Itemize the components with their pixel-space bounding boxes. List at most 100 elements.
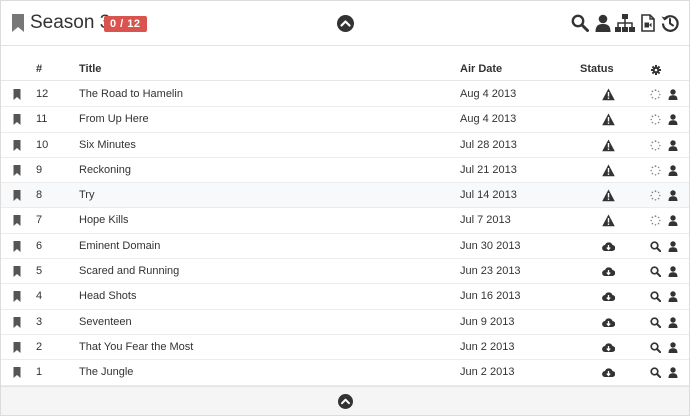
- episode-air-date: Jul 14 2013: [460, 189, 517, 202]
- bookmark-icon[interactable]: [11, 14, 25, 32]
- table-row[interactable]: 8 Try Jul 14 2013: [1, 183, 689, 209]
- user-icon[interactable]: [668, 367, 678, 379]
- bookmark-icon[interactable]: [13, 114, 21, 126]
- column-air-date[interactable]: Air Date: [460, 63, 502, 75]
- table-row[interactable]: 4 Head Shots Jun 16 2013: [1, 284, 689, 310]
- episode-count-badge: 0 / 12: [104, 16, 147, 32]
- gear-icon[interactable]: [651, 65, 661, 75]
- bookmark-icon[interactable]: [13, 215, 21, 227]
- search-icon[interactable]: [650, 367, 661, 379]
- table-row[interactable]: 7 Hope Kills Jul 7 2013: [1, 208, 689, 234]
- episode-number: 9: [36, 163, 43, 176]
- episode-title[interactable]: Try: [79, 189, 94, 202]
- table-row[interactable]: 10 Six Minutes Jul 28 2013: [1, 132, 689, 158]
- season-header: Season 3 0 / 12: [1, 1, 689, 46]
- episode-title[interactable]: Seventeen: [79, 316, 132, 329]
- user-icon[interactable]: [668, 291, 678, 303]
- table-row[interactable]: 5 Scared and Running Jun 23 2013: [1, 259, 689, 285]
- table-row[interactable]: 9 Reckoning Jul 21 2013: [1, 157, 689, 184]
- warning-icon: [602, 139, 615, 151]
- bookmark-icon[interactable]: [13, 240, 21, 252]
- collapse-up-icon[interactable]: [337, 15, 354, 32]
- episode-title[interactable]: The Jungle: [79, 366, 133, 379]
- season-title: Season 3: [30, 12, 111, 33]
- warning-icon: [602, 88, 615, 101]
- spinner-icon[interactable]: [650, 139, 661, 151]
- episode-air-date: Aug 4 2013: [460, 113, 517, 126]
- user-icon[interactable]: [668, 139, 678, 151]
- bookmark-icon[interactable]: [13, 291, 21, 303]
- episode-air-date: Jun 23 2013: [460, 265, 521, 278]
- user-icon[interactable]: [594, 14, 612, 32]
- episode-number: 12: [36, 88, 49, 100]
- bookmark-icon[interactable]: [13, 266, 21, 278]
- episode-air-date: Jun 2 2013: [460, 366, 515, 379]
- cloud-download-icon: [602, 318, 615, 327]
- spinner-icon[interactable]: [650, 89, 661, 100]
- season-panel: Season 3 0 / 12 # Title Air Date Status …: [0, 0, 690, 416]
- bookmark-icon[interactable]: [13, 164, 21, 176]
- column-status[interactable]: Status: [580, 63, 614, 75]
- table-row[interactable]: 11 From Up Here Aug 4 2013: [1, 107, 689, 133]
- table-row[interactable]: 3 Seventeen Jun 9 2013: [1, 309, 689, 335]
- episode-air-date: Jul 21 2013: [460, 163, 517, 176]
- warning-icon: [602, 113, 615, 126]
- user-icon[interactable]: [668, 316, 678, 328]
- episode-title[interactable]: Reckoning: [79, 164, 131, 177]
- bookmark-icon[interactable]: [13, 190, 21, 202]
- table-row[interactable]: 1 The Jungle Jun 2 2013: [1, 360, 689, 386]
- episode-number: 3: [36, 315, 43, 328]
- episode-number: 8: [36, 189, 43, 202]
- user-icon[interactable]: [668, 215, 678, 227]
- table-row[interactable]: 6 Eminent Domain Jun 30 2013: [1, 233, 689, 260]
- user-icon[interactable]: [668, 114, 678, 126]
- search-icon[interactable]: [650, 266, 661, 278]
- episode-title[interactable]: Scared and Running: [79, 265, 179, 278]
- user-icon[interactable]: [668, 190, 678, 202]
- collapse-up-icon[interactable]: [338, 394, 353, 409]
- bookmark-icon[interactable]: [13, 316, 21, 328]
- episode-title[interactable]: The Road to Hamelin: [79, 88, 183, 101]
- episode-number: 10: [36, 138, 49, 151]
- sitemap-icon[interactable]: [615, 14, 635, 32]
- table-row[interactable]: 2 That You Fear the Most Jun 2 2013: [1, 334, 689, 361]
- search-icon[interactable]: [650, 291, 661, 303]
- episode-title[interactable]: Six Minutes: [79, 139, 136, 152]
- history-icon[interactable]: [661, 14, 679, 32]
- user-icon[interactable]: [668, 165, 678, 176]
- user-icon[interactable]: [668, 266, 678, 278]
- search-icon[interactable]: [650, 342, 661, 353]
- column-number[interactable]: #: [36, 63, 42, 75]
- bookmark-icon[interactable]: [13, 139, 21, 151]
- table-header: # Title Air Date Status: [1, 57, 689, 81]
- search-icon[interactable]: [650, 241, 661, 252]
- file-video-icon[interactable]: [641, 14, 655, 32]
- episode-air-date: Jun 9 2013: [460, 315, 515, 328]
- user-icon[interactable]: [668, 89, 678, 100]
- bookmark-icon[interactable]: [13, 89, 21, 100]
- user-icon[interactable]: [668, 241, 678, 252]
- table-row[interactable]: 12 The Road to Hamelin Aug 4 2013: [1, 82, 689, 108]
- spinner-icon[interactable]: [650, 190, 661, 201]
- spinner-icon[interactable]: [650, 165, 661, 176]
- spinner-icon[interactable]: [650, 114, 661, 125]
- column-title[interactable]: Title: [79, 63, 101, 75]
- search-icon[interactable]: [650, 317, 661, 328]
- bookmark-icon[interactable]: [13, 367, 21, 379]
- episode-title[interactable]: Head Shots: [79, 290, 136, 303]
- spinner-icon[interactable]: [650, 215, 661, 227]
- episode-title[interactable]: Eminent Domain: [79, 240, 160, 253]
- warning-icon: [602, 214, 615, 227]
- search-icon[interactable]: [571, 14, 589, 32]
- episode-title[interactable]: From Up Here: [79, 113, 149, 126]
- bookmark-icon[interactable]: [13, 341, 21, 353]
- episode-number: 5: [36, 265, 43, 278]
- episode-air-date: Jun 2 2013: [460, 340, 515, 353]
- cloud-download-icon: [602, 368, 615, 378]
- warning-icon: [602, 189, 615, 202]
- episode-air-date: Jul 28 2013: [460, 138, 517, 151]
- episode-title[interactable]: Hope Kills: [79, 214, 129, 227]
- user-icon[interactable]: [668, 342, 678, 353]
- episode-title[interactable]: That You Fear the Most: [79, 341, 193, 354]
- episode-number: 6: [36, 239, 43, 252]
